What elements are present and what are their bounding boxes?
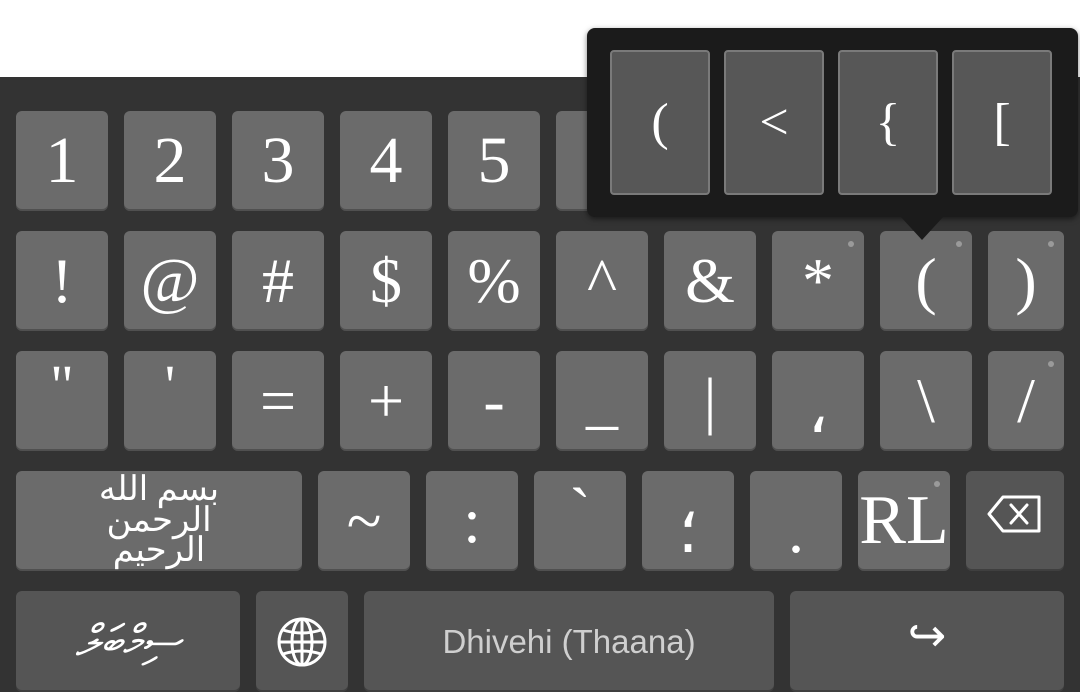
key-language[interactable]: [256, 591, 348, 692]
key-backspace[interactable]: [966, 471, 1064, 571]
enter-icon: ↪: [907, 607, 947, 662]
key-label: 2: [153, 124, 187, 197]
key-single-quote[interactable]: ': [124, 351, 216, 451]
key-label: -: [483, 365, 505, 436]
key-label: RL: [859, 482, 949, 559]
key-label: {: [875, 94, 901, 151]
key-equals[interactable]: =: [232, 351, 324, 451]
key-space[interactable]: Dhivehi (Thaana): [364, 591, 774, 692]
popup-key-brace[interactable]: {: [838, 50, 938, 195]
key-3[interactable]: 3: [232, 111, 324, 211]
popup-pointer: [900, 216, 944, 240]
key-label: *: [802, 245, 834, 316]
key-label: ': [164, 353, 176, 418]
key-double-quote[interactable]: ": [16, 351, 108, 451]
key-label: <: [759, 94, 789, 151]
key-label: ^: [586, 245, 618, 316]
key-label: /: [1017, 365, 1035, 436]
key-minus[interactable]: -: [448, 351, 540, 451]
key-label: (: [915, 245, 937, 316]
key-tilde[interactable]: ~: [318, 471, 410, 571]
key-exclamation[interactable]: !: [16, 231, 108, 331]
bismillah-label: بسم الله الرحمن الرحيم: [98, 471, 220, 570]
key-1[interactable]: 1: [16, 111, 108, 211]
key-label: $: [370, 245, 402, 316]
key-label: (: [651, 94, 669, 151]
more-keys-dot: [1048, 361, 1054, 367]
key-label: #: [262, 245, 294, 316]
key-label: .: [788, 495, 804, 566]
key-label: %: [467, 245, 521, 316]
key-label: ): [1015, 245, 1037, 316]
key-2[interactable]: 2: [124, 111, 216, 211]
backspace-icon: [987, 495, 1041, 533]
more-keys-dot: [1048, 241, 1054, 247]
key-label: ": [50, 353, 74, 418]
popup-key-bracket[interactable]: [: [952, 50, 1052, 195]
more-keys-dot: [956, 241, 962, 247]
key-enter[interactable]: ↪: [790, 591, 1064, 692]
more-keys-dot: [934, 481, 940, 487]
key-label: !: [51, 245, 73, 316]
key-label: ،: [807, 375, 829, 446]
key-label: @: [140, 245, 200, 316]
key-label: _: [586, 365, 618, 436]
key-plus[interactable]: +: [340, 351, 432, 451]
key-open-paren[interactable]: (: [880, 231, 972, 331]
key-label: 1: [45, 124, 79, 197]
key-label: [: [993, 94, 1011, 151]
key-caret[interactable]: ^: [556, 231, 648, 331]
space-language-label: Dhivehi (Thaana): [442, 623, 696, 660]
popup-key-paren[interactable]: (: [610, 50, 710, 195]
globe-icon: [277, 617, 327, 666]
key-symbols-toggle[interactable]: ސިމްބަލް: [16, 591, 240, 692]
more-keys-dot: [848, 241, 854, 247]
key-backtick[interactable]: `: [534, 471, 626, 571]
key-label: +: [367, 365, 405, 436]
key-rtl-ltr[interactable]: RL: [858, 471, 950, 571]
popup-key-less-than[interactable]: <: [724, 50, 824, 195]
key-4[interactable]: 4: [340, 111, 432, 211]
key-label: =: [259, 365, 297, 436]
key-pipe[interactable]: |: [664, 351, 756, 451]
key-ampersand[interactable]: &: [664, 231, 756, 331]
key-underscore[interactable]: _: [556, 351, 648, 451]
key-label: 3: [261, 124, 295, 197]
key-5[interactable]: 5: [448, 111, 540, 211]
key-bismillah[interactable]: بسم الله الرحمن الرحيم: [16, 471, 302, 571]
key-period[interactable]: .: [750, 471, 842, 571]
key-percent[interactable]: %: [448, 231, 540, 331]
symbols-toggle-label: ސިމްބަލް: [75, 616, 181, 666]
key-arabic-semicolon[interactable]: ؛: [642, 471, 734, 571]
key-close-paren[interactable]: ): [988, 231, 1064, 331]
key-label: ؛: [677, 495, 699, 566]
key-label: 4: [369, 124, 403, 197]
key-label: |: [703, 365, 717, 436]
key-label: :: [463, 485, 481, 556]
key-at[interactable]: @: [124, 231, 216, 331]
key-label: &: [685, 245, 735, 316]
key-hash[interactable]: #: [232, 231, 324, 331]
key-arabic-comma[interactable]: ،: [772, 351, 864, 451]
key-colon[interactable]: :: [426, 471, 518, 571]
key-label: 5: [477, 124, 511, 197]
key-dollar[interactable]: $: [340, 231, 432, 331]
more-keys-popup: ( < { [: [587, 28, 1078, 217]
key-backslash[interactable]: \: [880, 351, 972, 451]
key-slash[interactable]: /: [988, 351, 1064, 451]
key-label: ~: [346, 485, 382, 556]
key-label: \: [917, 365, 935, 436]
key-asterisk[interactable]: *: [772, 231, 864, 331]
key-label: `: [569, 475, 591, 546]
